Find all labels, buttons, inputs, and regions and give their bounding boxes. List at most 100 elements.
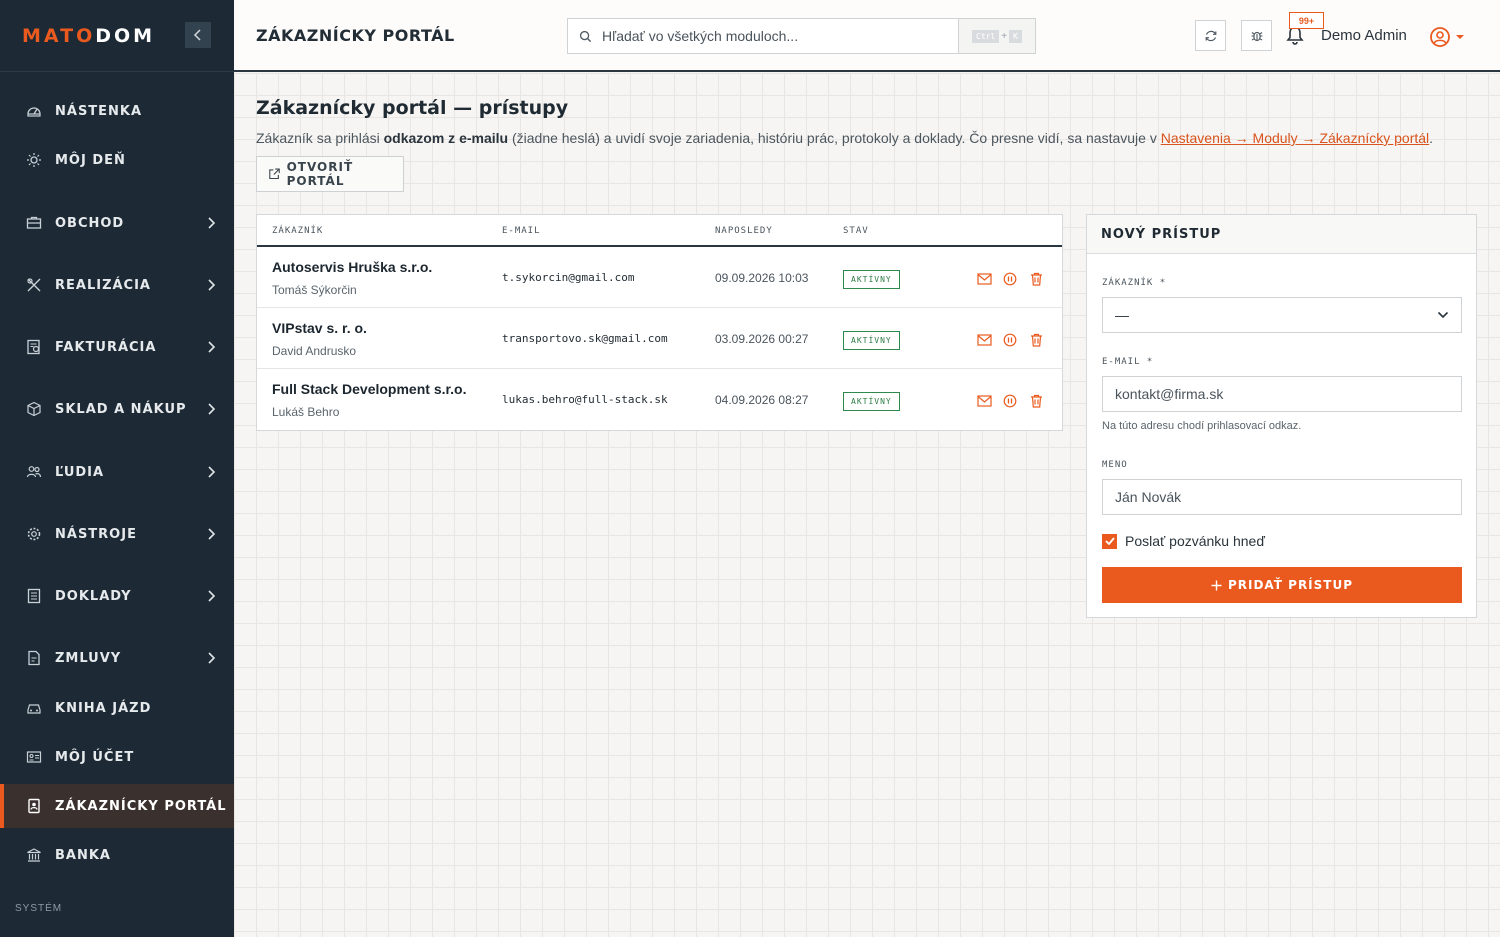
caret-down-icon — [1456, 35, 1464, 39]
column-header-last: NAPOSLEDY — [715, 226, 773, 236]
sidebar-item-moj-ucet[interactable]: MÔJ ÚČET — [0, 735, 234, 779]
trash-icon — [1030, 394, 1042, 408]
form-header: NOVÝ PRÍSTUP — [1087, 215, 1476, 254]
portal-icon — [26, 798, 42, 814]
add-access-button[interactable]: PRIDAŤ PRÍSTUP — [1102, 567, 1462, 603]
sidebar-section-label: SYSTÉM — [15, 903, 63, 914]
search-icon — [568, 30, 602, 43]
send-invite-label: Poslať pozvánku hneď — [1125, 533, 1265, 549]
resend-invite-button[interactable] — [976, 332, 992, 348]
email-label: E-MAIL * — [1102, 357, 1154, 367]
column-header-email: E-MAIL — [502, 226, 541, 236]
last-access: 04.09.2026 08:27 — [715, 393, 809, 407]
customer-email: transportovo.sk@gmail.com — [502, 332, 668, 345]
box-icon — [26, 401, 42, 417]
id-card-icon — [26, 749, 42, 765]
customer-email: t.sykorcin@gmail.com — [502, 271, 635, 284]
mail-icon — [976, 273, 992, 285]
global-search[interactable]: Ctrl + K — [567, 18, 1036, 54]
email-help-text: Na túto adresu chodí prihlasovací odkaz. — [1102, 420, 1302, 432]
pause-access-button[interactable] — [1002, 271, 1018, 287]
sidebar-item-doklady[interactable]: DOKLADY — [0, 574, 234, 618]
sidebar-item-ludia[interactable]: ĽUDIA — [0, 450, 234, 494]
open-portal-button[interactable]: OTVORIŤ PORTÁL — [256, 156, 404, 192]
sidebar-item-nastroje[interactable]: NÁSTROJE — [0, 512, 234, 556]
chevron-right-icon — [202, 462, 222, 482]
sidebar-item-zakaznicky-portal[interactable]: ZÁKAZNÍCKY PORTÁL — [0, 784, 234, 828]
mail-icon — [976, 395, 992, 407]
pause-icon — [1003, 333, 1017, 347]
name-field[interactable] — [1102, 479, 1462, 515]
chevron-down-icon — [1437, 311, 1449, 319]
customer-name: VIPstav s. r. o. — [272, 320, 367, 336]
table-row: Autoservis Hruška s.r.o. Tomáš Sýkorčin … — [257, 247, 1062, 308]
chevron-right-icon — [202, 337, 222, 357]
bank-icon — [26, 847, 42, 863]
resend-invite-button[interactable] — [976, 393, 992, 409]
column-header-customer: ZÁKAZNÍK — [272, 226, 324, 236]
page-description: Zákazník sa prihlási odkazom z e-mailu (… — [256, 130, 1434, 146]
row-actions — [976, 271, 1044, 287]
sidebar-item-banka[interactable]: BANKA — [0, 833, 234, 877]
customer-select[interactable]: — — [1102, 297, 1462, 333]
sidebar-item-realizacia[interactable]: REALIZÁCIA — [0, 263, 234, 307]
pause-icon — [1003, 272, 1017, 286]
delete-access-button[interactable] — [1028, 393, 1044, 409]
status-badge: AKTÍVNY — [843, 392, 900, 411]
customer-label: ZÁKAZNÍK * — [1102, 278, 1167, 288]
send-invite-checkbox[interactable]: Poslať pozvánku hneď — [1102, 533, 1265, 549]
chevron-right-icon — [202, 213, 222, 233]
sidebar-item-fakturacia[interactable]: FAKTURÁCIA — [0, 325, 234, 369]
row-actions — [976, 393, 1044, 409]
module-title: ZÁKAZNÍCKY PORTÁL — [256, 26, 455, 45]
tools-icon — [26, 277, 42, 293]
plus-icon — [1211, 580, 1222, 590]
delete-access-button[interactable] — [1028, 332, 1044, 348]
table-header: ZÁKAZNÍK E-MAIL NAPOSLEDY STAV — [257, 215, 1062, 247]
contact-person: Tomáš Sýkorčin — [272, 283, 357, 297]
briefcase-icon — [26, 215, 42, 231]
chevron-right-icon — [202, 399, 222, 419]
settings-link[interactable]: Nastavenia → Moduly → Zákaznícky portál — [1161, 130, 1429, 146]
topbar: ZÁKAZNÍCKY PORTÁL Ctrl + K 99+ Demo Admi… — [234, 0, 1500, 72]
resend-invite-button[interactable] — [976, 271, 992, 287]
search-input[interactable] — [602, 28, 952, 44]
chevron-right-icon — [202, 586, 222, 606]
sidebar-item-moj-den[interactable]: MÔJ DEŇ — [0, 138, 234, 182]
sidebar-item-obchod[interactable]: OBCHOD — [0, 201, 234, 245]
form-title: NOVÝ PRÍSTUP — [1101, 226, 1222, 242]
pause-access-button[interactable] — [1002, 332, 1018, 348]
pause-icon — [1003, 394, 1017, 408]
contact-person: David Andrusko — [272, 344, 357, 358]
sidebar-item-nastenka[interactable]: NÁSTENKA — [0, 89, 234, 133]
sidebar-item-sklad-a-nakup[interactable]: SKLAD A NÁKUP — [0, 387, 234, 431]
app-logo[interactable]: MATODOM — [22, 25, 155, 47]
mail-icon — [976, 334, 992, 346]
contract-icon — [26, 650, 42, 666]
sidebar-item-zmluvy[interactable]: ZMLUVY — [0, 636, 234, 680]
bug-icon — [1251, 31, 1262, 41]
user-name[interactable]: Demo Admin — [1321, 27, 1407, 44]
brand-header: MATODOM — [0, 0, 234, 72]
email-field[interactable] — [1102, 376, 1462, 412]
invoice-icon — [26, 339, 42, 355]
pause-access-button[interactable] — [1002, 393, 1018, 409]
checkbox-checked-icon — [1102, 533, 1117, 549]
refresh-button[interactable] — [1195, 20, 1226, 51]
table-row: VIPstav s. r. o. David Andrusko transpor… — [257, 308, 1062, 369]
shortcut-plus: + — [1001, 30, 1008, 42]
user-menu-button[interactable] — [1429, 25, 1469, 49]
status-badge: AKTÍVNY — [843, 331, 900, 350]
column-header-status: STAV — [843, 226, 869, 236]
customer-email: lukas.behro@full-stack.sk — [502, 393, 668, 406]
chevron-right-icon — [202, 275, 222, 295]
page-title: Zákaznícky portál — prístupy — [256, 97, 569, 119]
collapse-sidebar-button[interactable] — [185, 22, 211, 48]
document-icon — [26, 588, 42, 604]
customer-name: Full Stack Development s.r.o. — [272, 381, 467, 397]
sidebar-item-kniha-jazd[interactable]: KNIHA JÁZD — [0, 686, 234, 730]
delete-access-button[interactable] — [1028, 271, 1044, 287]
shortcut-key-ctrl: Ctrl — [972, 29, 1000, 43]
bug-report-button[interactable] — [1241, 20, 1272, 51]
gear-icon — [26, 526, 42, 542]
